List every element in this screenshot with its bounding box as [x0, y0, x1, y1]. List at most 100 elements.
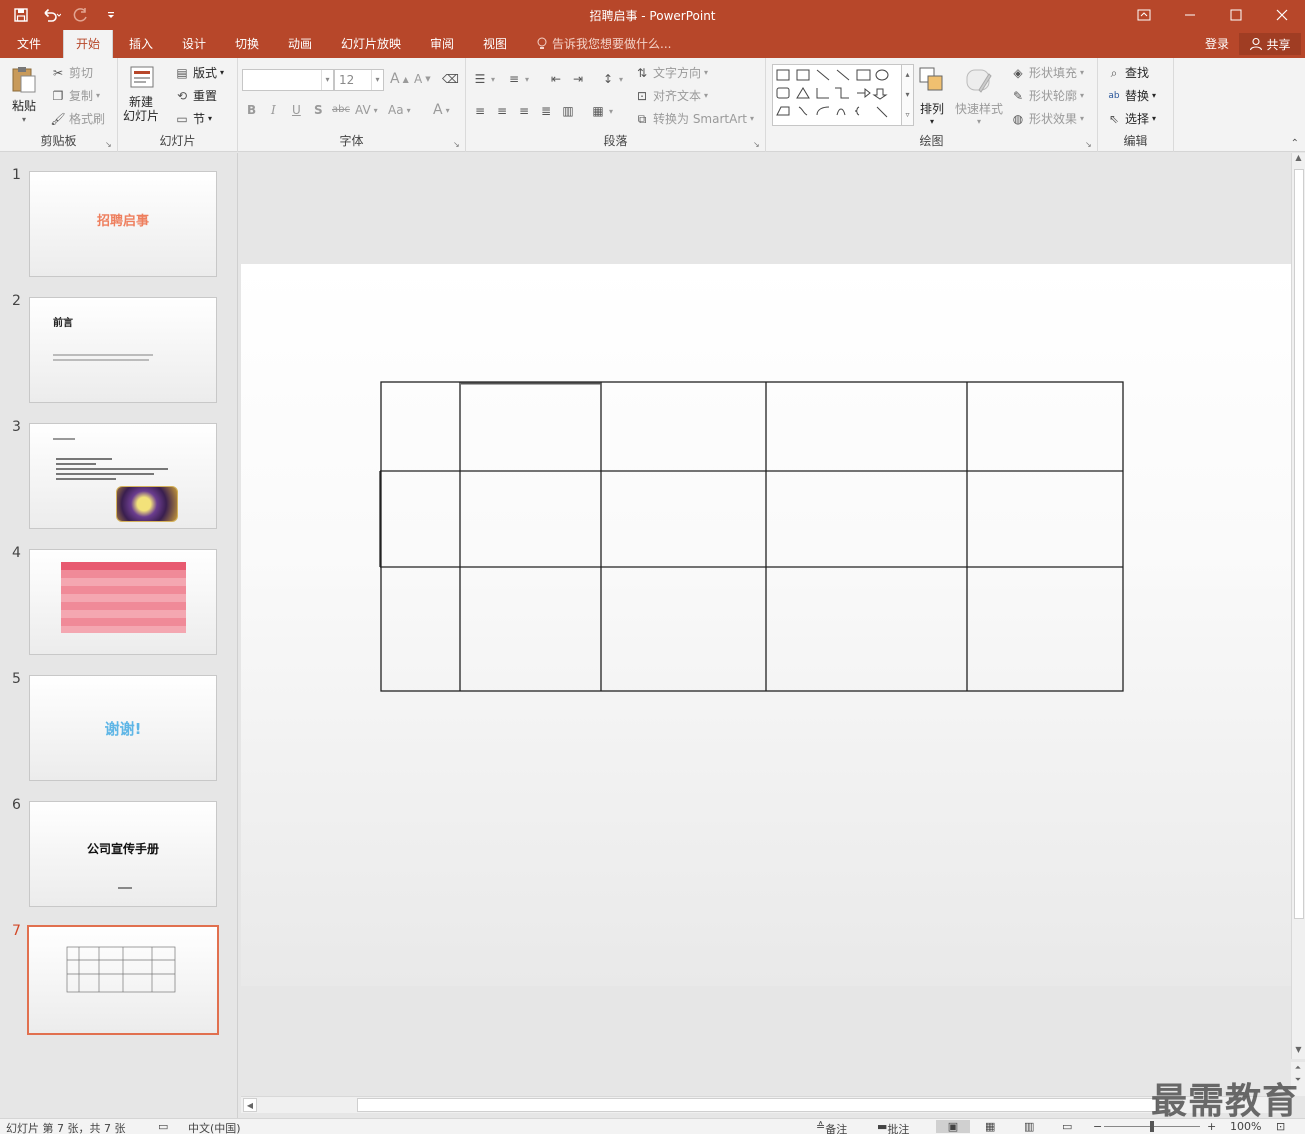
slide-thumbnail-6[interactable]: 公司宣传手册 — [29, 801, 217, 907]
comments-button[interactable]: ▬ 批注 — [877, 1120, 909, 1134]
spell-check-icon[interactable]: ▭ — [158, 1120, 168, 1133]
shape-outline-button[interactable]: ✎ 形状轮廓 ▾ — [1010, 87, 1084, 104]
reading-view-icon[interactable]: ▥ — [1024, 1120, 1034, 1133]
cut-button[interactable]: ✂ 剪切 — [50, 64, 93, 81]
shadow-button[interactable]: S — [314, 103, 323, 117]
minimize-icon[interactable] — [1167, 0, 1213, 30]
tab-transitions[interactable]: 切换 — [222, 30, 272, 58]
columns-button[interactable]: ▦ ▾ — [590, 103, 613, 119]
replace-button[interactable]: ab 替换 ▾ — [1106, 87, 1156, 104]
slide-thumbnails-pane[interactable]: 1 招聘启事 2 前言 3 4 5 谢谢! 6 公司宣传手册 7 — [0, 153, 238, 1120]
tab-design[interactable]: 设计 — [169, 30, 219, 58]
slide-thumbnail-3[interactable] — [29, 423, 217, 529]
redo-icon[interactable] — [68, 3, 94, 27]
customize-qat-icon[interactable] — [98, 3, 124, 27]
smartart-button[interactable]: ⧉ 转换为 SmartArt ▾ — [634, 110, 754, 127]
quick-styles-button[interactable]: 快速样式 ▾ — [955, 64, 1003, 126]
ribbon-tabs: 文件 开始 插入 设计 切换 动画 幻灯片放映 审阅 视图 告诉我您想要做什么.… — [0, 30, 1305, 58]
bullets-button[interactable]: ☰ ▾ — [472, 71, 495, 87]
collapse-ribbon-icon[interactable]: ⌃ — [1291, 138, 1299, 149]
slide-thumbnail-5[interactable]: 谢谢! — [29, 675, 217, 781]
font-name-combo[interactable]: ▾ — [242, 69, 334, 91]
tab-insert[interactable]: 插入 — [116, 30, 166, 58]
format-painter-button[interactable]: 🖌 格式刷 — [50, 110, 105, 127]
select-button[interactable]: ⇖ 选择 ▾ — [1106, 110, 1156, 127]
notes-button[interactable]: ≙ 备注 — [816, 1120, 847, 1134]
slide-thumbnail-4[interactable] — [29, 549, 217, 655]
login-link[interactable]: 登录 — [1205, 30, 1229, 58]
undo-icon[interactable] — [38, 3, 64, 27]
font-size-dropdown-icon[interactable]: ▾ — [371, 70, 383, 90]
tab-home[interactable]: 开始 — [63, 30, 113, 58]
tab-file[interactable]: 文件 — [4, 30, 54, 58]
paste-button[interactable]: 粘贴 ▾ — [8, 64, 40, 124]
arrange-button[interactable]: 排列 ▾ — [916, 64, 948, 126]
find-button[interactable]: ⌕ 查找 — [1106, 64, 1149, 81]
tab-animations[interactable]: 动画 — [275, 30, 325, 58]
increase-indent-button[interactable]: ⇥ — [570, 71, 586, 87]
vertical-scrollbar[interactable]: ▲ ▼ — [1291, 153, 1305, 1059]
justify-button[interactable]: ≣ — [538, 103, 554, 119]
grow-font-button[interactable]: A ▲ — [390, 71, 409, 87]
align-right-button[interactable]: ≡ — [516, 103, 532, 119]
clipboard-launcher-icon[interactable]: ↘ — [105, 140, 114, 149]
scroll-left-icon[interactable]: ◀ — [243, 1098, 257, 1112]
clear-formatting-button[interactable]: ⌫ — [442, 71, 459, 87]
scroll-up-icon[interactable]: ▲ — [1292, 153, 1305, 167]
font-color-button[interactable]: A ▾ — [433, 102, 450, 118]
reset-button[interactable]: ⟲ 重置 — [174, 87, 217, 104]
horizontal-scroll-thumb[interactable] — [357, 1098, 1157, 1112]
ribbon-display-options-icon[interactable] — [1121, 0, 1167, 30]
shapes-gallery-scroll[interactable]: ▴ ▾ ▿ — [902, 64, 914, 126]
language-indicator[interactable]: 中文(中国) — [188, 1120, 241, 1134]
shapes-gallery[interactable] — [772, 64, 902, 126]
text-direction-button[interactable]: ⇅ 文字方向 ▾ — [634, 64, 708, 81]
font-name-dropdown-icon[interactable]: ▾ — [321, 70, 333, 90]
vertical-scroll-thumb[interactable] — [1294, 169, 1304, 919]
scroll-down-icon[interactable]: ▼ — [1292, 1045, 1305, 1059]
normal-view-icon[interactable]: ▣ — [936, 1120, 970, 1133]
tab-review[interactable]: 审阅 — [417, 30, 467, 58]
font-launcher-icon[interactable]: ↘ — [453, 140, 462, 149]
current-slide[interactable] — [241, 264, 1291, 986]
section-button[interactable]: ▭ 节 ▾ — [174, 110, 212, 127]
slide-table[interactable] — [241, 264, 1291, 986]
slide-editor[interactable] — [241, 153, 1291, 1098]
close-icon[interactable] — [1259, 0, 1305, 30]
slide-thumbnail-1[interactable]: 招聘启事 — [29, 171, 217, 277]
shape-fill-button[interactable]: ◈ 形状填充 ▾ — [1010, 64, 1084, 81]
slide-thumbnail-2[interactable]: 前言 — [29, 297, 217, 403]
copy-button[interactable]: ❐ 复制 ▾ — [50, 87, 100, 104]
new-slide-button[interactable]: 新建 幻灯片 — [123, 63, 159, 123]
align-center-button[interactable]: ≡ — [494, 103, 510, 119]
tell-me-search[interactable]: 告诉我您想要做什么... — [536, 30, 671, 58]
slide-sorter-icon[interactable]: ▦ — [985, 1120, 995, 1133]
layout-button[interactable]: ▤ 版式 ▾ — [174, 64, 224, 81]
shrink-font-button[interactable]: A ▼ — [414, 72, 431, 86]
align-left-button[interactable]: ≡ — [472, 103, 488, 119]
line-spacing-button[interactable]: ↕ ▾ — [600, 71, 623, 87]
drawing-launcher-icon[interactable]: ↘ — [1085, 140, 1094, 149]
slide-thumbnail-7[interactable] — [27, 925, 219, 1035]
tab-slideshow[interactable]: 幻灯片放映 — [334, 30, 408, 58]
save-icon[interactable] — [8, 3, 34, 27]
character-spacing-button[interactable]: AV ▾ — [355, 103, 378, 117]
zoom-out-icon[interactable]: − — [1093, 1120, 1102, 1133]
bold-button[interactable]: B — [247, 103, 256, 117]
underline-button[interactable]: U — [292, 103, 301, 117]
align-text-button[interactable]: ⊡ 对齐文本 ▾ — [634, 87, 708, 104]
paragraph-launcher-icon[interactable]: ↘ — [753, 140, 762, 149]
strikethrough-button[interactable]: abc — [332, 104, 350, 115]
maximize-icon[interactable] — [1213, 0, 1259, 30]
distributed-button[interactable]: ▥ — [560, 103, 576, 119]
shape-effects-button[interactable]: ◍ 形状效果 ▾ — [1010, 110, 1084, 127]
font-size-combo[interactable]: 12 ▾ — [334, 69, 384, 91]
numbering-button[interactable]: ≡ ▾ — [506, 71, 529, 87]
horizontal-scrollbar[interactable]: ◀ — [241, 1096, 1291, 1113]
italic-button[interactable]: I — [271, 103, 276, 117]
slideshow-view-icon[interactable]: ▭ — [1062, 1120, 1072, 1133]
change-case-button[interactable]: Aa ▾ — [388, 103, 411, 117]
tab-view[interactable]: 视图 — [470, 30, 520, 58]
decrease-indent-button[interactable]: ⇤ — [548, 71, 564, 87]
share-button[interactable]: 共享 — [1239, 33, 1301, 55]
